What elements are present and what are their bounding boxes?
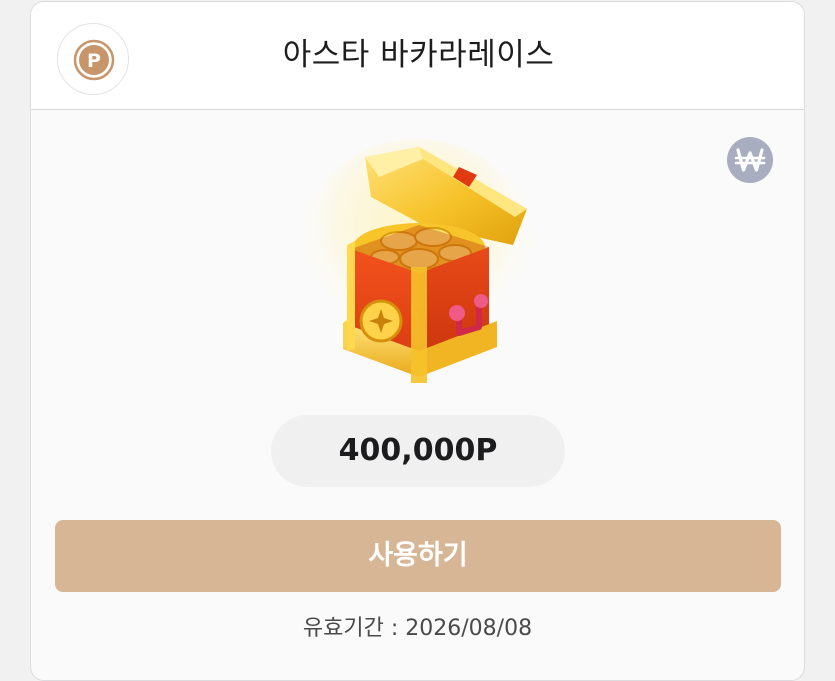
svg-text:P: P	[87, 50, 101, 72]
expiry-date: 유효기간 : 2026/08/08	[31, 610, 804, 642]
expiry-label: 유효기간 :	[302, 616, 399, 641]
page-title: 아스타 바카라레이스	[282, 37, 555, 73]
point-coin-icon: P	[57, 23, 129, 95]
use-button[interactable]: 사용하기	[55, 520, 781, 592]
card-header: P 아스타 바카라레이스	[31, 2, 804, 110]
expiry-value: 2026/08/08	[405, 616, 533, 641]
won-icon	[727, 137, 773, 183]
treasure-chest-icon	[299, 137, 539, 401]
point-amount: 400,000P	[271, 415, 565, 487]
coupon-card: P 아스타 바카라레이스 400,000P 사용하기 유효기간: 2026/0…	[30, 1, 805, 681]
